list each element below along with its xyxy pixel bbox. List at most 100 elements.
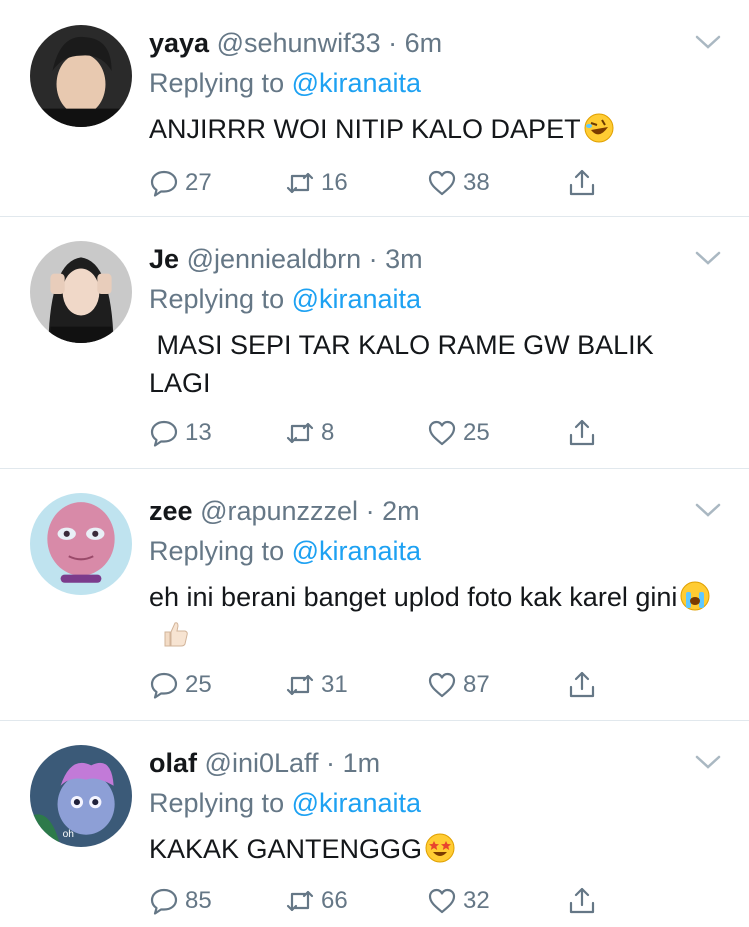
mention-link[interactable]: @kiranaita [292, 788, 421, 818]
chevron-down-icon[interactable] [695, 250, 721, 266]
retweet-button[interactable]: 66 [285, 884, 348, 918]
tweet-header: olaf @ini0Laff · 1m [149, 746, 380, 780]
share-button[interactable] [567, 668, 597, 702]
timestamp[interactable]: 6m [405, 28, 443, 58]
mention-link[interactable]: @kiranaita [292, 68, 421, 98]
tweet[interactable]: oh olaf @ini0Laff · 1m Replying to @kira… [0, 720, 749, 927]
timestamp[interactable]: 3m [385, 244, 423, 274]
replying-to-label: Replying to [149, 284, 285, 314]
separator-dot: · [368, 244, 378, 274]
like-count: 38 [463, 169, 490, 196]
tweet-actions: 27 16 38 [149, 166, 609, 200]
retweet-count: 16 [321, 169, 348, 196]
reply-button[interactable]: 13 [149, 416, 212, 450]
display-name[interactable]: Je [149, 244, 179, 274]
tweet[interactable]: Je @jenniealdbrn · 3m Replying to @kiran… [0, 216, 749, 468]
reply-count: 13 [185, 419, 212, 446]
replying-to-label: Replying to [149, 68, 285, 98]
retweet-icon [286, 422, 314, 444]
tweet-text-content: KAKAK GANTENGGG [149, 834, 423, 864]
tweet-text: ANJIRRR WOI NITIP KALO DAPET [149, 110, 719, 148]
separator-dot: · [326, 748, 336, 778]
avatar[interactable] [30, 493, 132, 595]
rolling-laughing-emoji-icon [584, 113, 614, 143]
reply-button[interactable]: 27 [149, 166, 212, 200]
tweet-text-content: MASI SEPI TAR KALO RAME GW BALIK LAGI [149, 330, 662, 398]
like-count: 25 [463, 419, 490, 446]
retweet-icon [286, 172, 314, 194]
retweet-button[interactable]: 16 [285, 166, 348, 200]
avatar-image [30, 25, 132, 127]
reply-icon [150, 420, 178, 447]
replying-to: Replying to @kiranaita [149, 66, 421, 100]
reply-icon [150, 170, 178, 197]
tweet[interactable]: zee @rapunzzzel · 2m Replying to @kirana… [0, 468, 749, 720]
user-handle[interactable]: @ini0Laff [205, 748, 319, 778]
reply-timeline: yaya @sehunwif33 · 6m Replying to @kiran… [0, 0, 749, 927]
tweet-text: KAKAK GANTENGGG [149, 830, 719, 868]
reply-button[interactable]: 25 [149, 668, 212, 702]
display-name[interactable]: yaya [149, 28, 209, 58]
share-icon [569, 671, 595, 698]
star-struck-emoji-icon [425, 833, 455, 863]
separator-dot: · [365, 496, 375, 526]
reply-count: 27 [185, 169, 212, 196]
like-button[interactable]: 87 [427, 668, 490, 702]
like-button[interactable]: 25 [427, 416, 490, 450]
avatar-image: oh [30, 745, 132, 847]
chevron-down-icon[interactable] [695, 502, 721, 518]
tweet[interactable]: yaya @sehunwif33 · 6m Replying to @kiran… [0, 0, 749, 216]
avatar[interactable] [30, 25, 132, 127]
share-button[interactable] [567, 416, 597, 450]
retweet-icon [286, 674, 314, 696]
user-handle[interactable]: @jenniealdbrn [187, 244, 362, 274]
reply-count: 25 [185, 671, 212, 698]
share-button[interactable] [567, 884, 597, 918]
share-icon [569, 887, 595, 914]
like-button[interactable]: 32 [427, 884, 490, 918]
retweet-count: 8 [321, 419, 335, 446]
reply-count: 85 [185, 887, 212, 914]
mention-link[interactable]: @kiranaita [292, 536, 421, 566]
heart-icon [428, 170, 456, 196]
avatar-image [30, 493, 132, 595]
tweet-text: MASI SEPI TAR KALO RAME GW BALIK LAGI [149, 326, 719, 402]
like-count: 87 [463, 671, 490, 698]
retweet-button[interactable]: 8 [285, 416, 334, 450]
avatar-image [30, 241, 132, 343]
reply-button[interactable]: 85 [149, 884, 212, 918]
retweet-icon [286, 890, 314, 912]
avatar[interactable]: oh [30, 745, 132, 847]
heart-icon [428, 420, 456, 446]
tweet-header: zee @rapunzzzel · 2m [149, 494, 420, 528]
replying-to: Replying to @kiranaita [149, 282, 421, 316]
heart-icon [428, 672, 456, 698]
tweet-actions: 85 66 32 [149, 884, 609, 918]
loudly-crying-emoji-icon [680, 581, 710, 611]
user-handle[interactable]: @sehunwif33 [217, 28, 381, 58]
chevron-down-icon[interactable] [695, 34, 721, 50]
heart-icon [428, 888, 456, 914]
tweet-header: Je @jenniealdbrn · 3m [149, 242, 423, 276]
retweet-button[interactable]: 31 [285, 668, 348, 702]
separator-dot: · [388, 28, 398, 58]
share-icon [569, 169, 595, 196]
replying-to: Replying to @kiranaita [149, 534, 421, 568]
user-handle[interactable]: @rapunzzzel [200, 496, 358, 526]
display-name[interactable]: olaf [149, 748, 197, 778]
tweet-text: eh ini berani banget uplod foto kak kare… [149, 578, 719, 654]
replying-to-label: Replying to [149, 536, 285, 566]
thumbs-up-emoji-icon [164, 622, 188, 647]
mention-link[interactable]: @kiranaita [292, 284, 421, 314]
share-icon [569, 419, 595, 446]
like-count: 32 [463, 887, 490, 914]
like-button[interactable]: 38 [427, 166, 490, 200]
reply-icon [150, 888, 178, 915]
timestamp[interactable]: 1m [343, 748, 381, 778]
display-name[interactable]: zee [149, 496, 193, 526]
avatar[interactable] [30, 241, 132, 343]
chevron-down-icon[interactable] [695, 754, 721, 770]
tweet-text-content: ANJIRRR WOI NITIP KALO DAPET [149, 114, 581, 144]
timestamp[interactable]: 2m [382, 496, 420, 526]
share-button[interactable] [567, 166, 597, 200]
